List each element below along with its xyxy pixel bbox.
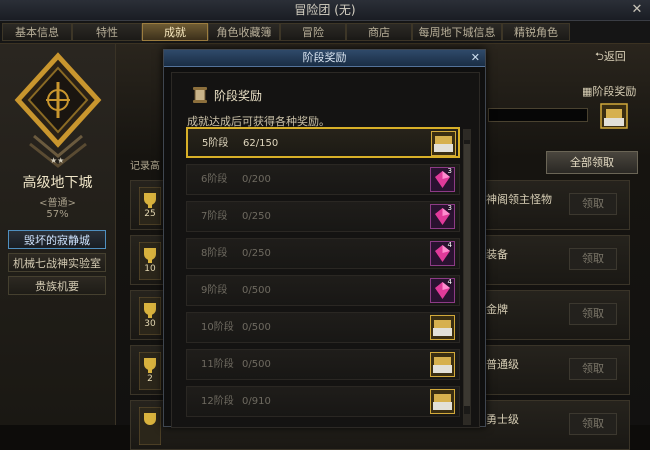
tab-shop[interactable]: 商店: [346, 23, 412, 41]
reward-count: 4: [447, 241, 452, 249]
tab-basic-info[interactable]: 基本信息: [2, 23, 72, 41]
left-panel: ★★ 高级地下城 <普通> 57% 毁坏的寂静城 机械七战神实验室 贵族机要: [0, 44, 116, 425]
claim-all-button[interactable]: 全部领取: [546, 151, 638, 174]
modal-content: 阶段奖励 成就达成后可获得各种奖励。 5阶段 62/150 6阶段 0/200 …: [171, 72, 480, 428]
treasure-box-icon[interactable]: [431, 131, 456, 156]
claim-button[interactable]: 领取: [569, 303, 617, 325]
stage-row[interactable]: 6阶段 0/200 3: [186, 164, 460, 195]
trophy-icon: [139, 352, 161, 390]
gem-icon[interactable]: 4: [430, 278, 455, 303]
stage-list-scrollbar[interactable]: [463, 129, 471, 425]
stage-reward-button[interactable]: ▦阶段奖励: [582, 83, 636, 99]
stage-name: 9阶段: [201, 285, 228, 296]
claim-button[interactable]: 领取: [569, 358, 617, 380]
tab-achievements[interactable]: 成就: [142, 23, 208, 41]
reward-count: 3: [447, 167, 452, 175]
trophy-icon: [139, 242, 161, 280]
reward-count: 3: [447, 204, 452, 212]
achievement-text: 金牌: [486, 303, 508, 316]
stage-name: 7阶段: [201, 211, 228, 222]
svg-text:★★: ★★: [50, 156, 64, 165]
stage-progress: 0/500: [242, 322, 271, 333]
treasure-box-icon[interactable]: [430, 389, 455, 414]
stage-name: 6阶段: [201, 174, 228, 185]
tab-character-collection[interactable]: 角色收藏簿: [208, 23, 280, 41]
stage-row[interactable]: 7阶段 0/250 3: [186, 201, 460, 232]
stage-row[interactable]: 11阶段 0/500: [186, 349, 460, 380]
stage-name: 12阶段: [201, 396, 234, 407]
stage-row[interactable]: 9阶段 0/500 4: [186, 275, 460, 306]
treasure-box-icon[interactable]: [600, 103, 628, 129]
difficulty-label: <普通>: [39, 198, 76, 209]
trophy-icon: [139, 187, 161, 225]
stage-progress: 0/250: [242, 248, 271, 259]
trophy-icon: [139, 407, 161, 445]
gem-icon[interactable]: 3: [430, 204, 455, 229]
tab-adventure[interactable]: 冒险: [280, 23, 346, 41]
dungeon-item-silent-city[interactable]: 毁坏的寂静城: [8, 230, 106, 249]
window-titlebar: 冒险团 (无) ✕: [0, 0, 650, 21]
dungeon-item-machine-lab[interactable]: 机械七战神实验室: [8, 253, 106, 272]
record-label: 记录高: [130, 161, 160, 172]
claim-button[interactable]: 领取: [569, 248, 617, 270]
gem-icon[interactable]: 4: [430, 241, 455, 266]
stage-reward-icon: ▦: [582, 85, 593, 98]
dungeon-emblem-icon: ★★: [14, 52, 102, 168]
close-icon[interactable]: ✕: [471, 50, 480, 66]
achievement-text: 普通级: [486, 358, 519, 371]
stage-row[interactable]: 5阶段 62/150: [186, 127, 460, 158]
completion-percent: 57%: [46, 209, 69, 220]
modal-title: 阶段奖励: [302, 51, 347, 64]
achievement-count: 10: [144, 264, 156, 274]
scroll-up-icon[interactable]: [464, 130, 470, 140]
stage-row[interactable]: 12阶段 0/910: [186, 386, 460, 417]
scroll-thumb[interactable]: [464, 144, 470, 406]
stage-list: 5阶段 62/150 6阶段 0/200 3 7阶段 0/250 3 8阶段 0…: [186, 127, 462, 427]
back-arrow-icon: ⮌: [595, 50, 604, 63]
scroll-icon: [193, 87, 207, 103]
stage-progress: 0/910: [242, 396, 271, 407]
stage-progress-bar: [488, 108, 588, 122]
stage-reward-modal: 阶段奖励 ✕ 阶段奖励 成就达成后可获得各种奖励。 5阶段 62/150 6阶段: [163, 49, 486, 428]
modal-header: 阶段奖励 ✕: [164, 50, 485, 67]
dungeon-category-title: 高级地下城: [22, 175, 93, 191]
stage-row[interactable]: 8阶段 0/250 4: [186, 238, 460, 269]
dungeon-item-noble-secret[interactable]: 贵族机要: [8, 276, 106, 295]
stage-name: 11阶段: [201, 359, 234, 370]
window-title: 冒险团 (无): [294, 3, 356, 17]
stage-row[interactable]: 10阶段 0/500: [186, 312, 460, 343]
achievement-count: 25: [144, 209, 156, 219]
stage-name: 8阶段: [201, 248, 228, 259]
stage-progress: 0/500: [242, 359, 271, 370]
stage-name: 10阶段: [201, 322, 234, 333]
close-icon[interactable]: ✕: [630, 0, 644, 20]
stage-progress: 0/500: [242, 285, 271, 296]
treasure-box-icon[interactable]: [430, 352, 455, 377]
claim-button[interactable]: 领取: [569, 413, 617, 435]
claim-button[interactable]: 领取: [569, 193, 617, 215]
stage-name: 5阶段: [202, 138, 229, 149]
achievement-count: 2: [147, 374, 153, 384]
trophy-icon: [139, 297, 161, 335]
scroll-down-icon[interactable]: [464, 414, 470, 424]
achievement-text: 装备: [486, 248, 508, 261]
tab-traits[interactable]: 特性: [72, 23, 142, 41]
gem-icon[interactable]: 3: [430, 167, 455, 192]
stage-progress: 0/200: [242, 174, 271, 185]
tab-weekly-dungeon[interactable]: 每周地下城信息: [412, 23, 502, 41]
tab-elite-characters[interactable]: 精锐角色: [502, 23, 570, 41]
stage-progress: 62/150: [243, 138, 279, 149]
treasure-box-icon[interactable]: [430, 315, 455, 340]
achievement-count: 30: [144, 319, 156, 329]
tab-bar: 基本信息 特性 成就 角色收藏簿 冒险 商店 每周地下城信息 精锐角色: [0, 21, 650, 44]
stage-progress: 0/250: [242, 211, 271, 222]
achievement-text: 神阁领主怪物: [486, 193, 552, 206]
reward-count: 4: [447, 278, 452, 286]
modal-heading: 阶段奖励: [214, 89, 263, 103]
back-button[interactable]: ⮌返回: [595, 48, 626, 67]
